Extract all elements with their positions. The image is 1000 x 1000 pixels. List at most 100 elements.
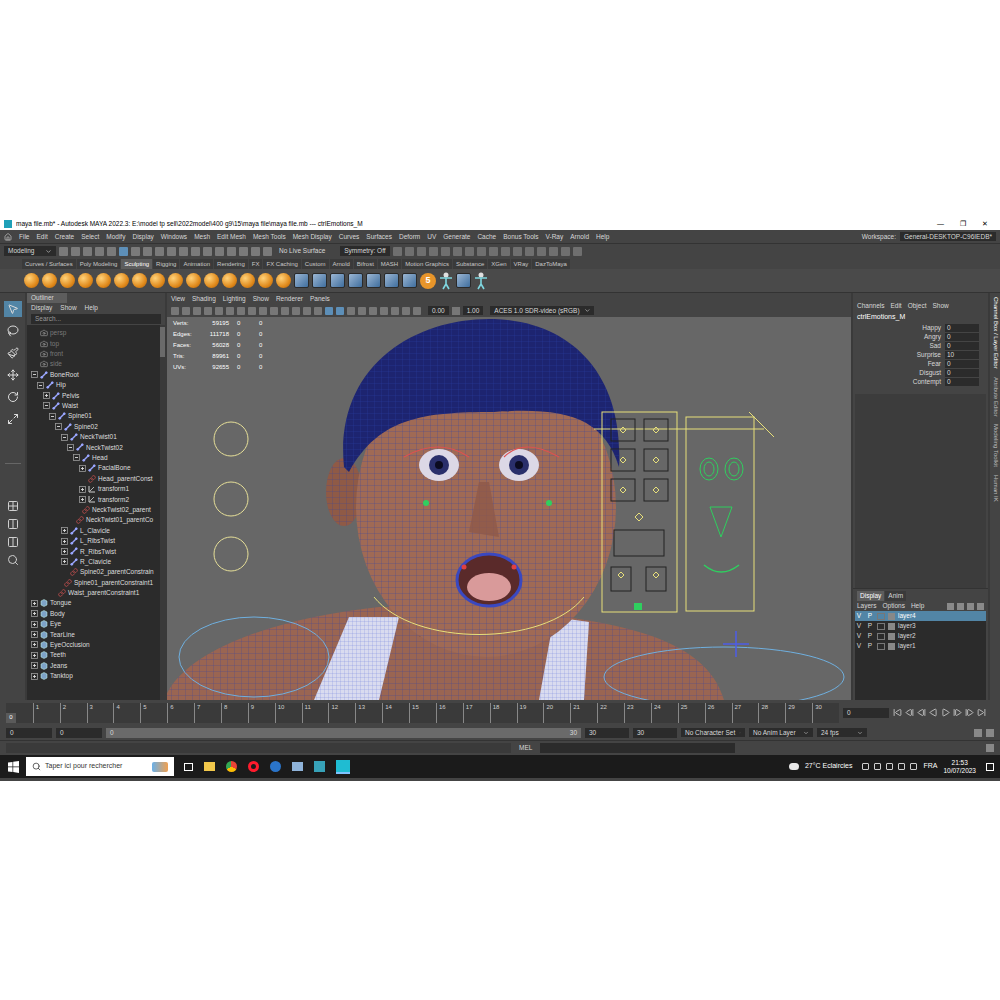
viewport-tool-icon[interactable] [193,307,201,315]
render-tool-icon[interactable] [441,247,450,256]
outliner-item[interactable]: FacialBone [27,463,160,473]
outliner-item[interactable]: L_RibsTwist [27,536,160,546]
command-language[interactable]: MEL [515,743,536,753]
menu-item[interactable]: Help [596,232,609,242]
outliner-item[interactable]: NeckTwist02_parent [27,505,160,515]
viewport-tool-icon[interactable] [413,307,421,315]
outliner-item[interactable]: side [27,359,160,369]
layer-color-swatch[interactable] [888,613,895,620]
layer-type-box[interactable] [877,623,885,630]
attribute-value[interactable]: 10 [945,351,979,359]
keyboard-language[interactable]: FRA [923,761,937,772]
layer-type-box[interactable] [877,643,885,650]
status-tool-icon[interactable] [167,247,176,256]
layer-row[interactable]: VPlayer3 [855,621,986,631]
collapse-icon[interactable] [49,413,56,420]
outliner-item[interactable]: Spine01_parentConstraint1 [27,577,160,587]
viewport-menu-item[interactable]: Lighting [223,294,246,304]
workspace-selector[interactable]: Workspace:General-DESKTOP-C96IEDB* [862,232,996,242]
maya-active-app-icon[interactable] [336,760,350,774]
expand-icon[interactable] [61,538,68,545]
status-tool-icon[interactable] [95,247,104,256]
shelf-tab[interactable]: Sculpting [121,259,152,269]
viewport-menu-item[interactable]: Panels [310,294,330,304]
channel-menu-item[interactable]: Show [932,301,948,311]
window-control-button[interactable]: — [937,219,944,230]
outliner-item[interactable]: R_RibsTwist [27,546,160,556]
mesh-tool-icon[interactable] [330,273,345,288]
outliner-item[interactable]: NeckTwist01_parentCo [27,515,160,525]
menu-item[interactable]: Modify [106,232,125,242]
shelf-tab[interactable]: Motion Graphics [402,259,452,269]
viewport-tool-icon[interactable] [391,307,399,315]
outliner-item[interactable]: Waist_parentConstraint1 [27,588,160,598]
sculpt-tool-icon[interactable] [132,273,147,288]
expand-icon[interactable] [79,486,86,493]
menu-item[interactable]: UV [427,232,436,242]
viewport-menu-item[interactable]: Show [253,294,269,304]
layer-tab[interactable]: Display [857,591,884,601]
menu-item[interactable]: Arnold [570,232,589,242]
menu-item[interactable]: V-Ray [546,232,564,242]
render-tool-icon[interactable] [405,247,414,256]
character-model[interactable] [167,319,724,700]
script-editor-icon[interactable] [986,744,994,752]
status-tool-icon[interactable] [83,247,92,256]
mesh-tool-icon[interactable] [312,273,327,288]
outliner-item[interactable]: top [27,338,160,348]
figure-tool-icon[interactable] [474,272,488,290]
attribute-value[interactable]: 0 [945,378,979,386]
anim-layer-dropdown[interactable]: No Anim Layer [749,728,813,738]
layer-visible-toggle[interactable]: V [855,631,863,641]
status-tool-icon[interactable] [131,247,140,256]
shelf-tab[interactable]: Animation [180,259,213,269]
render-tool-icon[interactable] [513,247,522,256]
go-to-end-icon[interactable] [977,708,986,717]
menu-item[interactable]: Edit [36,232,47,242]
collapse-icon[interactable] [61,434,68,441]
timeline-track[interactable]: 0123456789101112131415161718192021222324… [6,703,839,723]
layer-color-swatch[interactable] [888,643,895,650]
status-tool-icon[interactable] [263,247,272,256]
tray-icon[interactable] [898,763,905,770]
layer-action-icon[interactable] [977,603,984,610]
status-tool-icon[interactable] [155,247,164,256]
outliner-item[interactable]: Hip [27,380,160,390]
outliner-search[interactable]: Search... [31,314,161,324]
viewport-tool-icon[interactable] [358,307,366,315]
layer-playback-toggle[interactable]: P [866,611,874,621]
gamma-field[interactable]: 1.00 [463,306,484,316]
mesh-tool-icon[interactable] [294,273,309,288]
mesh-tool-icon[interactable] [366,273,381,288]
outliner-item[interactable]: Tanktop [27,671,160,681]
sculpt-tool-icon[interactable] [96,273,111,288]
collapse-icon[interactable] [73,454,80,461]
range-start-field[interactable]: 0 [6,728,52,738]
current-frame-field[interactable]: 0 [843,708,889,718]
menu-item[interactable]: Windows [161,232,187,242]
menu-item[interactable]: Select [81,232,99,242]
channel-attribute-row[interactable]: Surprise10 [853,350,988,359]
status-tool-icon[interactable] [71,247,80,256]
layer-playback-toggle[interactable]: P [866,631,874,641]
menu-item[interactable]: Mesh Display [293,232,332,242]
status-tool-icon[interactable] [143,247,152,256]
sculpt-tool-icon[interactable] [42,273,57,288]
channel-attribute-row[interactable]: Sad0 [853,341,988,350]
attribute-value[interactable]: 0 [945,324,979,332]
status-tool-icon[interactable] [227,247,236,256]
outliner-item[interactable]: Head [27,453,160,463]
viewport-tool-icon[interactable] [281,307,289,315]
panel-layout-icon[interactable] [7,536,19,548]
range-end-field[interactable]: 30 [633,728,677,738]
expand-icon[interactable] [31,641,38,648]
taskbar-search[interactable]: Taper ici pour rechercher [26,757,174,776]
layer-menu-item[interactable]: Help [911,601,924,611]
color-space-dropdown[interactable]: ACES 1.0 SDR-video (sRGB) [490,306,594,316]
shelf-tab[interactable]: FX [249,259,263,269]
viewport-tool-icon[interactable] [292,307,300,315]
app-icon[interactable] [270,761,281,772]
mesh-tool-icon[interactable] [456,273,471,288]
outliner-item[interactable]: Spine01 [27,411,160,421]
attribute-value[interactable]: 0 [945,342,979,350]
